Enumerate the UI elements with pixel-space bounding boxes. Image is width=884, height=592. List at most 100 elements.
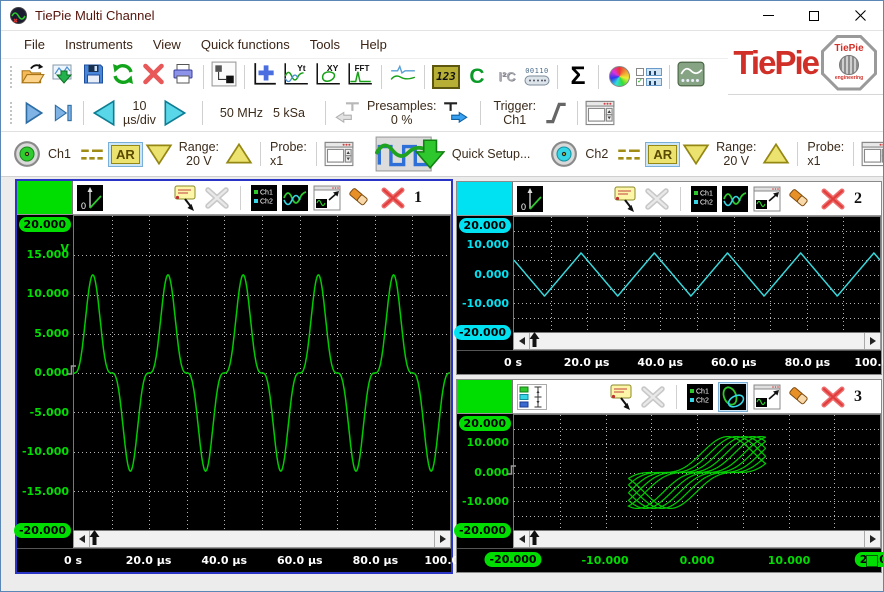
crop-button[interactable]: C [462,62,492,92]
ch2-settings-button[interactable] [859,139,884,169]
open-button[interactable] [18,62,48,92]
ch1-settings-button[interactable] [322,139,356,169]
menu-view[interactable]: View [144,34,190,55]
yt-mode-button[interactable] [282,185,308,211]
add-comment-button[interactable] [609,185,639,213]
graph3-y-axis[interactable]: 20.00010.0000.000-10.000-20.000 [457,414,513,548]
delete-button[interactable] [138,62,168,92]
oneshot-button[interactable] [48,98,78,128]
xy-graph-button[interactable]: XY [312,62,344,92]
ch1-range-down-button[interactable] [143,139,175,169]
signals-button[interactable] [387,62,419,92]
ch2-autorange-button[interactable]: AR [645,142,680,167]
sum-button[interactable]: Σ [563,62,593,92]
graph2-channel-color-corner[interactable] [457,182,513,216]
presamples-decrease-button[interactable] [331,98,363,128]
sample-clock-label[interactable]: 50 MHz [215,106,268,120]
serial-button[interactable]: 00110 [522,62,552,92]
presamples-increase-button[interactable] [440,98,472,128]
graph1-plot-area[interactable] [73,215,451,531]
toolbar-grip[interactable] [8,102,15,124]
zoom-to-new-graph-button[interactable] [753,186,781,212]
graph1-y-axis[interactable]: 20.000V15.00010.0005.0000.000-5.000-10.0… [17,215,73,548]
channel-legend-button[interactable]: Ch1Ch2 [691,186,717,212]
graph3-channel-color-corner[interactable] [457,380,513,414]
record-length-label[interactable]: 5 kSa [268,106,310,120]
axis-zero-icon[interactable]: 0 [77,185,103,211]
graph3-x-axis[interactable]: -20.000-10.0000.00010.00020.000 [457,548,881,572]
scroll-left-button[interactable] [74,531,90,547]
ch2-bnc-button[interactable] [548,139,580,169]
trigger-edge-button[interactable] [540,98,572,128]
channel-legend-button[interactable]: Ch1Ch2 [251,185,277,211]
xy-mode-button[interactable] [718,382,748,412]
instrument-button[interactable] [675,62,707,92]
graph3-plot-area[interactable] [513,414,881,531]
zoom-to-new-graph-button[interactable] [753,384,781,410]
trigger-time-marker[interactable] [89,529,100,551]
refresh-button[interactable] [108,62,138,92]
scroll-right-button[interactable] [434,531,450,547]
ch1-range-up-button[interactable] [223,139,255,169]
menu-tools[interactable]: Tools [301,34,349,55]
title-bar[interactable]: TiePie Multi Channel [1,1,883,31]
scroll-right-button[interactable] [864,333,880,349]
meter-button[interactable]: 123 [430,62,462,92]
toggle-channels-button[interactable]: ✓ [634,62,664,92]
channel-legend-button[interactable]: Ch1Ch2 [687,384,713,410]
graph2-y-axis[interactable]: 20.00010.0000.000-10.000-20.000 [457,216,513,350]
trigger-level-mark[interactable] [506,463,517,483]
ch1-coupling-button[interactable] [76,139,108,169]
scroll-left-button[interactable] [514,333,530,349]
scroll-left-button[interactable] [514,531,530,547]
i2c-button[interactable]: I²C [492,62,522,92]
ch2-range-down-button[interactable] [680,139,712,169]
graph-panel-3[interactable]: Ch1Ch2 3 20.00010.0000.000-10.000-20.000… [456,379,882,573]
quick-setup-button[interactable] [373,139,447,169]
eraser-button[interactable] [786,384,814,410]
graph-panel-1[interactable]: 0 Ch1Ch2 1 20.000V15.00010.0005.0000.000… [15,179,453,574]
toolbar-grip[interactable] [8,66,15,88]
add-comment-button[interactable] [605,383,635,411]
graph1-x-axis[interactable]: 0 s20.0 µs40.0 µs60.0 µs80.0 µs100.0 µs [17,548,451,572]
close-graph-button[interactable] [819,384,847,410]
menu-file[interactable]: File [15,34,54,55]
eraser-button[interactable] [786,186,814,212]
ch1-bnc-button[interactable] [11,139,43,169]
graph3-scrollbar[interactable] [513,531,881,548]
trigger-time-marker[interactable] [529,331,540,353]
minimize-button[interactable] [745,1,791,30]
x-axis-end-marker[interactable] [866,555,878,567]
zoom-to-new-graph-button[interactable] [313,185,341,211]
axis-zero-icon[interactable]: 0 [517,186,543,212]
ch1-autorange-button[interactable]: AR [108,142,143,167]
timebase-slower-button[interactable] [89,98,119,128]
close-button[interactable] [837,1,883,30]
eraser-button[interactable] [346,185,374,211]
save-button[interactable] [78,62,108,92]
instrument-settings-button[interactable] [583,98,617,128]
export-graph-button[interactable] [48,62,78,92]
fft-graph-button[interactable]: FFT [344,62,376,92]
ch2-range-up-button[interactable] [760,139,792,169]
xy-source-button[interactable] [517,384,547,410]
object-tree-button[interactable] [209,62,239,92]
colors-button[interactable] [604,62,634,92]
trigger-level-mark[interactable] [66,363,77,383]
graph2-plot-area[interactable] [513,216,881,333]
yt-graph-button[interactable]: Yt [280,62,312,92]
ch2-coupling-button[interactable] [613,139,645,169]
add-graph-button[interactable] [250,62,280,92]
graph-panel-2[interactable]: 0 Ch1Ch2 2 20.00010.0000.000-10.000-20.0… [456,181,882,375]
print-button[interactable] [168,62,198,92]
menu-help[interactable]: Help [351,34,396,55]
maximize-button[interactable] [791,1,837,30]
quick-setup-label[interactable]: Quick Setup... [447,147,536,161]
graph2-x-axis[interactable]: 0 s20.0 µs40.0 µs60.0 µs80.0 µs100.0 µs [457,350,881,374]
menu-quick-functions[interactable]: Quick functions [192,34,299,55]
close-graph-button[interactable] [819,186,847,212]
trigger-time-marker[interactable] [529,529,540,551]
graph2-scrollbar[interactable] [513,333,881,350]
graph1-channel-color-corner[interactable] [17,181,73,215]
start-button[interactable] [18,98,48,128]
